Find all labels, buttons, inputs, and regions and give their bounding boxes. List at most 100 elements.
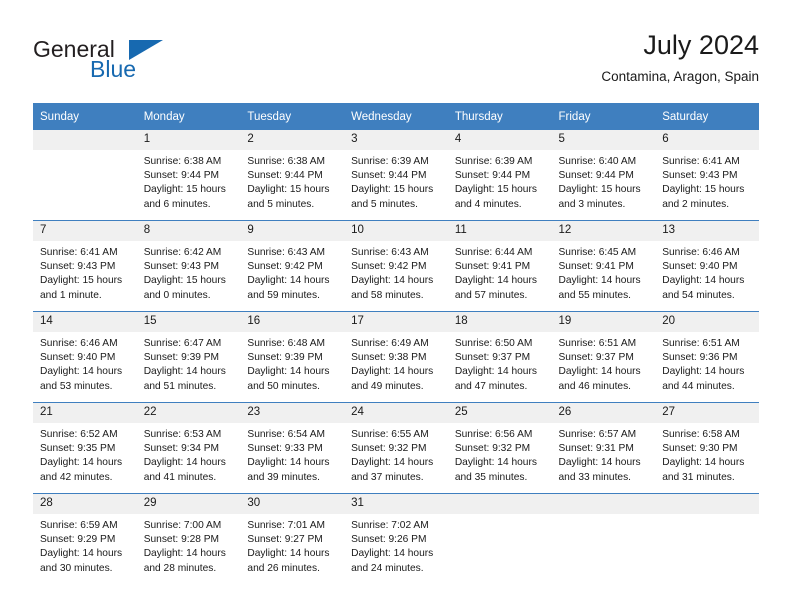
sunset-text: Sunset: 9:31 PM: [558, 443, 634, 455]
calendar-day-cell[interactable]: 27 Sunrise: 6:58 AM Sunset: 9:30 PM Dayligh…: [655, 402, 759, 494]
day-number: 30: [240, 494, 345, 514]
calendar-day-cell[interactable]: 9 Sunrise: 6:43 AM Sunset: 9:42 PM Daylight…: [240, 220, 345, 312]
calendar-week-row: 28 Sunrise: 6:59 AM Sunset: 9:29 PM Dayligh…: [33, 493, 759, 584]
calendar-week-row: 14 Sunrise: 6:46 AM Sunset: 9:40 PM Dayligh…: [33, 311, 759, 403]
brand-logo[interactable]: General Blue: [33, 36, 253, 88]
calendar-day-cell[interactable]: 28 Sunrise: 6:59 AM Sunset: 9:29 PM Dayligh…: [33, 493, 137, 584]
sunset-text: Sunset: 9:37 PM: [558, 352, 634, 364]
day-number: 4: [447, 130, 552, 150]
calendar-day-cell[interactable]: 17 Sunrise: 6:49 AM Sunset: 9:38 PM Dayligh…: [344, 311, 448, 403]
sunrise-text: Sunrise: 6:46 AM: [40, 338, 118, 349]
daylight-text: and 30 minutes.: [40, 562, 113, 574]
daylight-text: and 33 minutes.: [558, 471, 632, 483]
day-details: Sunrise: 6:41 AM Sunset: 9:43 PM Daylight:…: [33, 241, 137, 303]
calendar-body: 1 Sunrise: 6:38 AM Sunset: 9:44 PM Daylight…: [33, 130, 759, 584]
calendar-day-cell[interactable]: 14 Sunrise: 6:46 AM Sunset: 9:40 PM Dayligh…: [33, 311, 137, 403]
daylight-text: Daylight: 14 hours: [351, 548, 434, 560]
sunset-text: Sunset: 9:43 PM: [40, 261, 116, 273]
sunrise-text: Sunrise: 6:43 AM: [351, 247, 429, 258]
calendar-day-cell[interactable]: 30 Sunrise: 7:01 AM Sunset: 9:27 PM Dayligh…: [240, 493, 345, 584]
calendar-day-cell[interactable]: 4 Sunrise: 6:39 AM Sunset: 9:44 PM Daylight…: [447, 130, 552, 221]
daylight-text: Daylight: 15 hours: [247, 184, 330, 196]
calendar-day-cell[interactable]: 10 Sunrise: 6:43 AM Sunset: 9:42 PM Dayligh…: [344, 220, 448, 312]
calendar-day-cell[interactable]: 19 Sunrise: 6:51 AM Sunset: 9:37 PM Dayligh…: [551, 311, 656, 403]
calendar-day-cell[interactable]: 6 Sunrise: 6:41 AM Sunset: 9:43 PM Daylight…: [655, 130, 759, 221]
sunset-text: Sunset: 9:27 PM: [247, 534, 323, 546]
day-details: Sunrise: 7:02 AM Sunset: 9:26 PM Daylight:…: [344, 514, 448, 576]
daylight-text: Daylight: 14 hours: [40, 457, 123, 469]
day-number: 3: [344, 130, 448, 150]
calendar-day-cell[interactable]: 29 Sunrise: 7:00 AM Sunset: 9:28 PM Dayligh…: [136, 493, 241, 584]
daylight-text: and 49 minutes.: [351, 380, 424, 392]
daylight-text: and 54 minutes.: [662, 289, 735, 301]
calendar-day-cell[interactable]: 5 Sunrise: 6:40 AM Sunset: 9:44 PM Daylight…: [551, 130, 656, 221]
day-details: Sunrise: 6:44 AM Sunset: 9:41 PM Daylight:…: [448, 241, 552, 303]
calendar-day-cell[interactable]: 31 Sunrise: 7:02 AM Sunset: 9:26 PM Dayligh…: [344, 493, 448, 584]
calendar-day-cell[interactable]: 21 Sunrise: 6:52 AM Sunset: 9:35 PM Dayligh…: [33, 402, 137, 494]
day-details: [655, 514, 759, 519]
calendar-day-cell[interactable]: 22 Sunrise: 6:53 AM Sunset: 9:34 PM Dayligh…: [136, 402, 241, 494]
calendar-day-cell[interactable]: 15 Sunrise: 6:47 AM Sunset: 9:39 PM Dayligh…: [136, 311, 241, 403]
calendar-day-cell[interactable]: 20 Sunrise: 6:51 AM Sunset: 9:36 PM Dayligh…: [655, 311, 759, 403]
day-number: 22: [136, 403, 241, 423]
calendar-day-cell[interactable]: 13 Sunrise: 6:46 AM Sunset: 9:40 PM Dayligh…: [655, 220, 759, 312]
calendar-day-cell[interactable]: 26 Sunrise: 6:57 AM Sunset: 9:31 PM Dayligh…: [551, 402, 656, 494]
calendar-day-cell[interactable]: 18 Sunrise: 6:50 AM Sunset: 9:37 PM Dayligh…: [447, 311, 552, 403]
daylight-text: and 51 minutes.: [143, 380, 217, 392]
daylight-text: Daylight: 15 hours: [558, 184, 641, 196]
sunset-text: Sunset: 9:26 PM: [351, 534, 427, 546]
sunrise-text: Sunrise: 6:50 AM: [454, 338, 533, 349]
day-number: 7: [33, 221, 137, 241]
sunrise-text: Sunrise: 6:49 AM: [351, 338, 429, 349]
day-number: 11: [447, 221, 552, 241]
calendar-day-cell[interactable]: 12 Sunrise: 6:45 AM Sunset: 9:41 PM Dayligh…: [551, 220, 656, 312]
calendar-day-cell[interactable]: 3 Sunrise: 6:39 AM Sunset: 9:44 PM Daylight…: [344, 130, 448, 221]
calendar-day-cell-empty: [655, 493, 759, 584]
calendar-day-cell[interactable]: 16 Sunrise: 6:48 AM Sunset: 9:39 PM Dayligh…: [240, 311, 345, 403]
weekday-header-tuesday: Tuesday: [240, 103, 345, 130]
calendar-day-cell[interactable]: 7 Sunrise: 6:41 AM Sunset: 9:43 PM Daylight…: [33, 220, 137, 312]
day-details: Sunrise: 6:46 AM Sunset: 9:40 PM Daylight:…: [655, 241, 759, 303]
sunrise-text: Sunrise: 7:00 AM: [143, 520, 222, 531]
sunset-text: Sunset: 9:44 PM: [454, 170, 531, 182]
day-details: Sunrise: 6:49 AM Sunset: 9:38 PM Daylight:…: [344, 332, 448, 394]
day-details: Sunrise: 6:40 AM Sunset: 9:44 PM Daylight:…: [552, 150, 656, 212]
day-details: Sunrise: 6:39 AM Sunset: 9:44 PM Daylight:…: [344, 150, 448, 212]
sunrise-text: Sunrise: 6:39 AM: [454, 156, 533, 167]
weekday-header-row: Sunday Monday Tuesday Wednesday Thursday Frid…: [33, 103, 759, 130]
daylight-text: Daylight: 14 hours: [247, 548, 330, 560]
calendar-day-cell[interactable]: 8 Sunrise: 6:42 AM Sunset: 9:43 PM Daylight…: [136, 220, 241, 312]
daylight-text: and 3 minutes.: [558, 198, 626, 210]
daylight-text: Daylight: 15 hours: [351, 184, 434, 196]
calendar-day-cell[interactable]: 11 Sunrise: 6:44 AM Sunset: 9:41 PM Dayligh…: [447, 220, 552, 312]
day-number: 25: [447, 403, 552, 423]
day-number: 24: [344, 403, 448, 423]
sunset-text: Sunset: 9:37 PM: [454, 352, 531, 364]
sunset-text: Sunset: 9:38 PM: [351, 352, 427, 364]
sunrise-text: Sunrise: 6:52 AM: [40, 429, 118, 440]
daylight-text: Daylight: 14 hours: [662, 275, 745, 287]
daylight-text: and 39 minutes.: [247, 471, 320, 483]
sunrise-text: Sunrise: 6:44 AM: [454, 247, 533, 258]
calendar-day-cell[interactable]: 1 Sunrise: 6:38 AM Sunset: 9:44 PM Daylight…: [136, 130, 241, 221]
sunset-text: Sunset: 9:36 PM: [662, 352, 738, 364]
day-number: 2: [240, 130, 345, 150]
daylight-text: Daylight: 14 hours: [351, 366, 434, 378]
sunrise-text: Sunrise: 6:40 AM: [558, 156, 637, 167]
daylight-text: Daylight: 14 hours: [143, 548, 226, 560]
day-details: Sunrise: 6:58 AM Sunset: 9:30 PM Daylight:…: [655, 423, 759, 485]
day-details: Sunrise: 6:45 AM Sunset: 9:41 PM Daylight:…: [552, 241, 656, 303]
daylight-text: and 53 minutes.: [40, 380, 113, 392]
day-number: 14: [33, 312, 137, 332]
sunrise-text: Sunrise: 6:51 AM: [662, 338, 740, 349]
daylight-text: Daylight: 14 hours: [558, 366, 641, 378]
day-number: 21: [33, 403, 137, 423]
calendar-day-cell[interactable]: 24 Sunrise: 6:55 AM Sunset: 9:32 PM Dayligh…: [344, 402, 448, 494]
calendar-day-cell[interactable]: 2 Sunrise: 6:38 AM Sunset: 9:44 PM Daylight…: [240, 130, 345, 221]
calendar-day-cell[interactable]: 25 Sunrise: 6:56 AM Sunset: 9:32 PM Dayligh…: [447, 402, 552, 494]
sunset-text: Sunset: 9:43 PM: [662, 170, 738, 182]
sunrise-text: Sunrise: 6:58 AM: [662, 429, 740, 440]
sunset-text: Sunset: 9:43 PM: [143, 261, 220, 273]
sunrise-text: Sunrise: 7:02 AM: [351, 520, 429, 531]
calendar-day-cell[interactable]: 23 Sunrise: 6:54 AM Sunset: 9:33 PM Dayligh…: [240, 402, 345, 494]
